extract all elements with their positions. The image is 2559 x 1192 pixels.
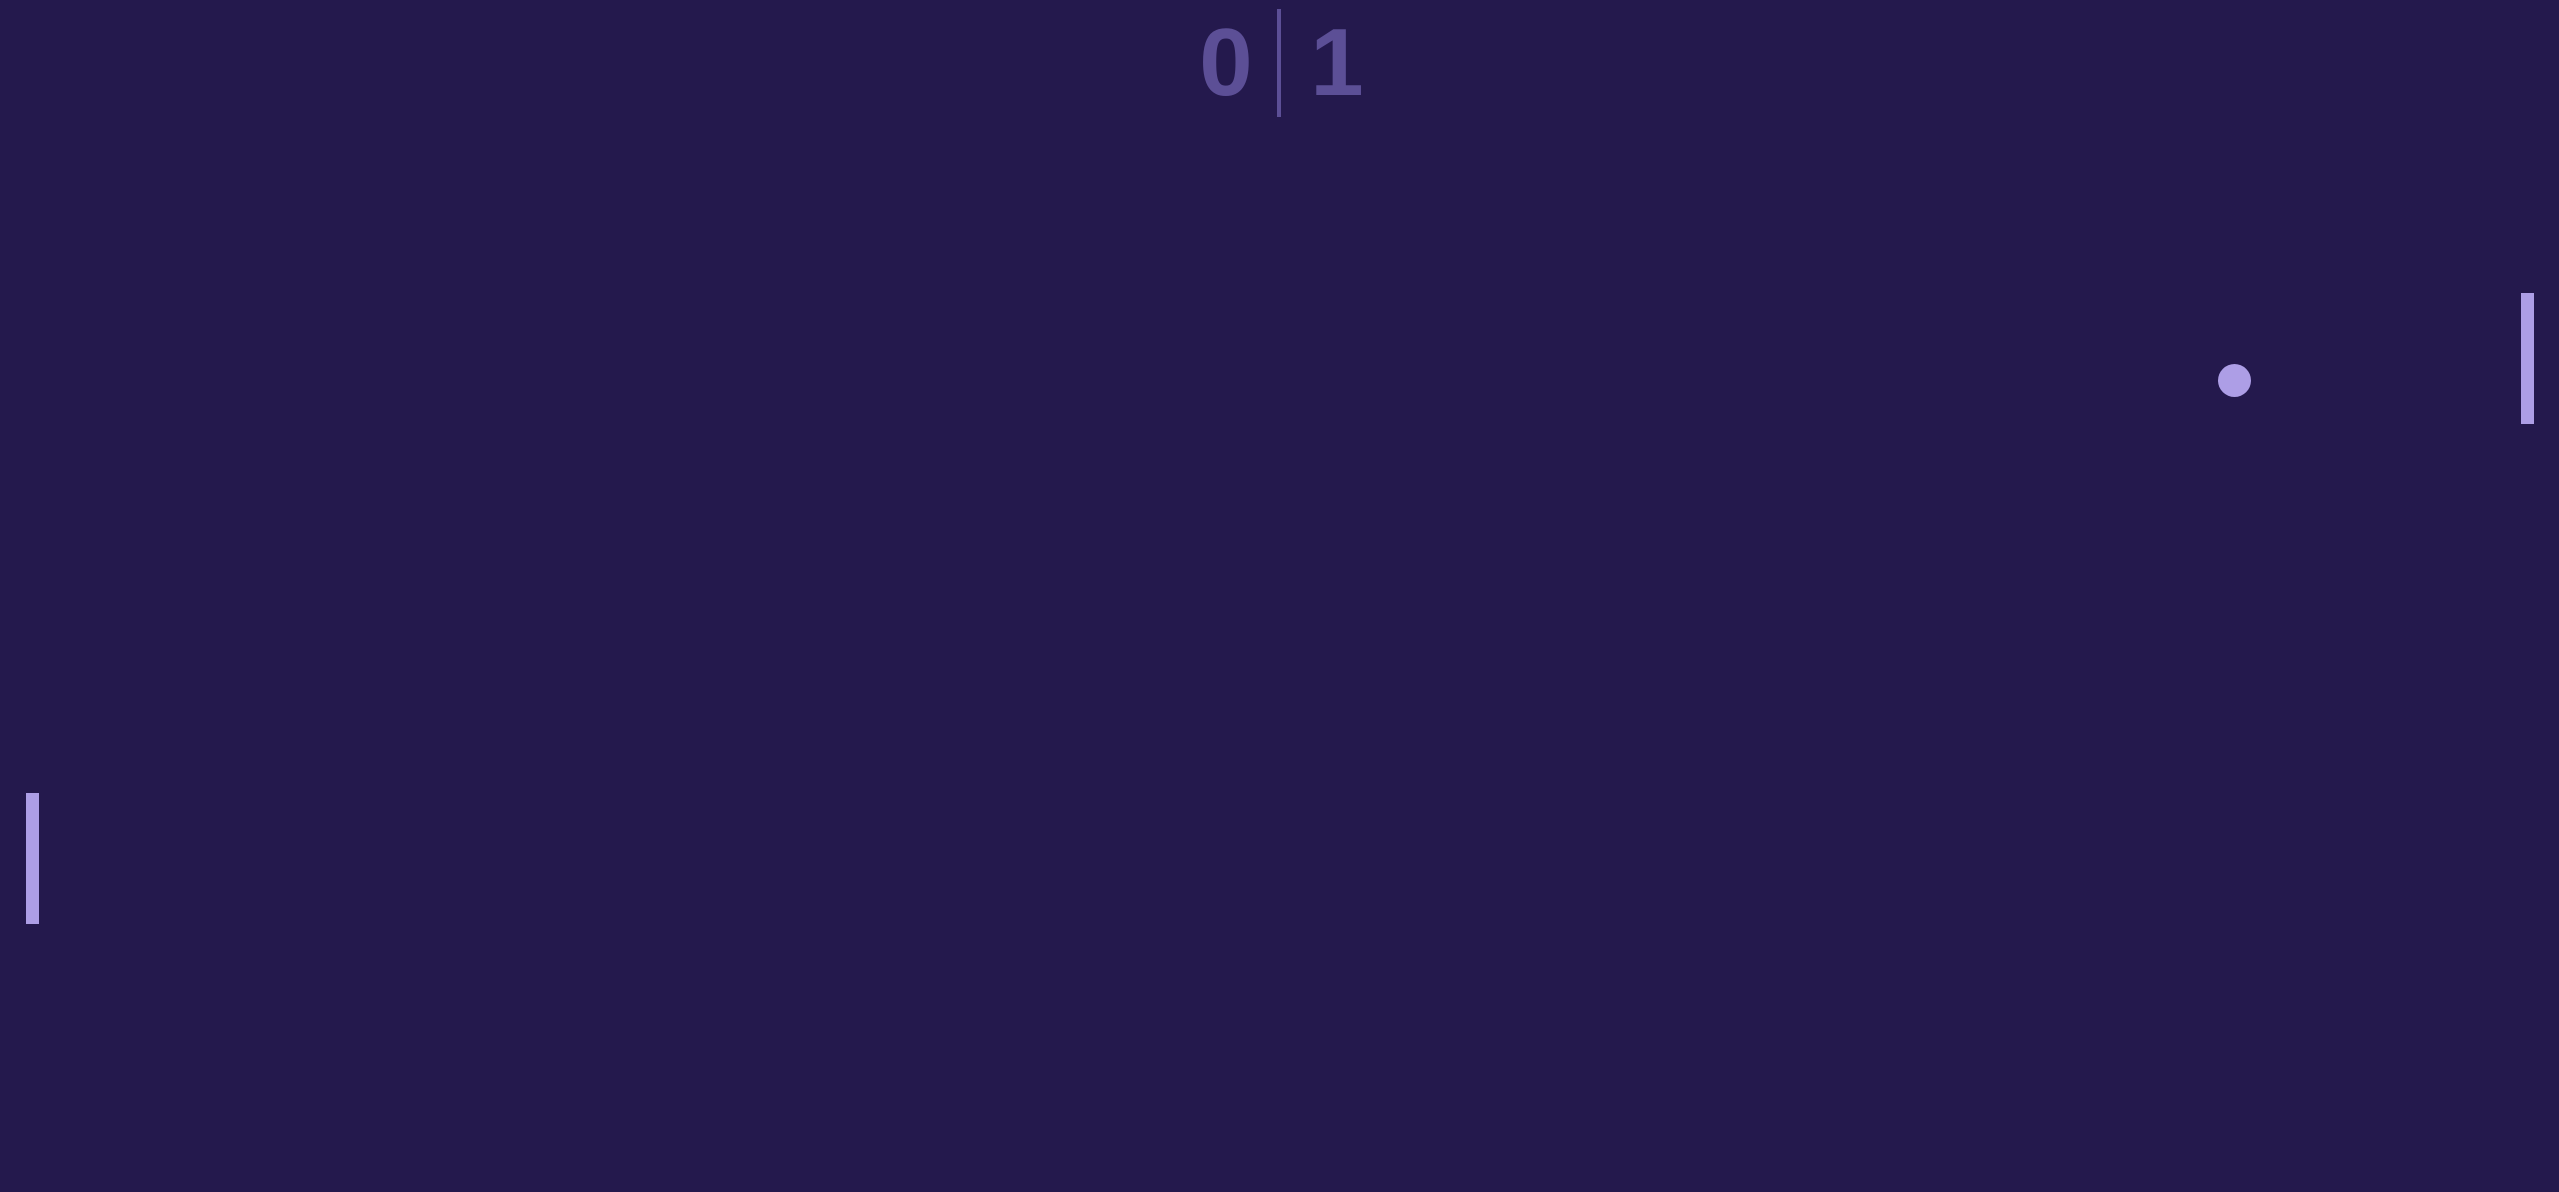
game-board[interactable]: 0 1 (0, 0, 2559, 1192)
left-player-score: 0 (1199, 9, 1253, 116)
score-divider (1277, 9, 1281, 117)
right-paddle (2521, 293, 2534, 424)
left-paddle[interactable] (26, 793, 39, 924)
ball (2218, 364, 2251, 397)
right-player-score: 1 (1310, 9, 1364, 116)
